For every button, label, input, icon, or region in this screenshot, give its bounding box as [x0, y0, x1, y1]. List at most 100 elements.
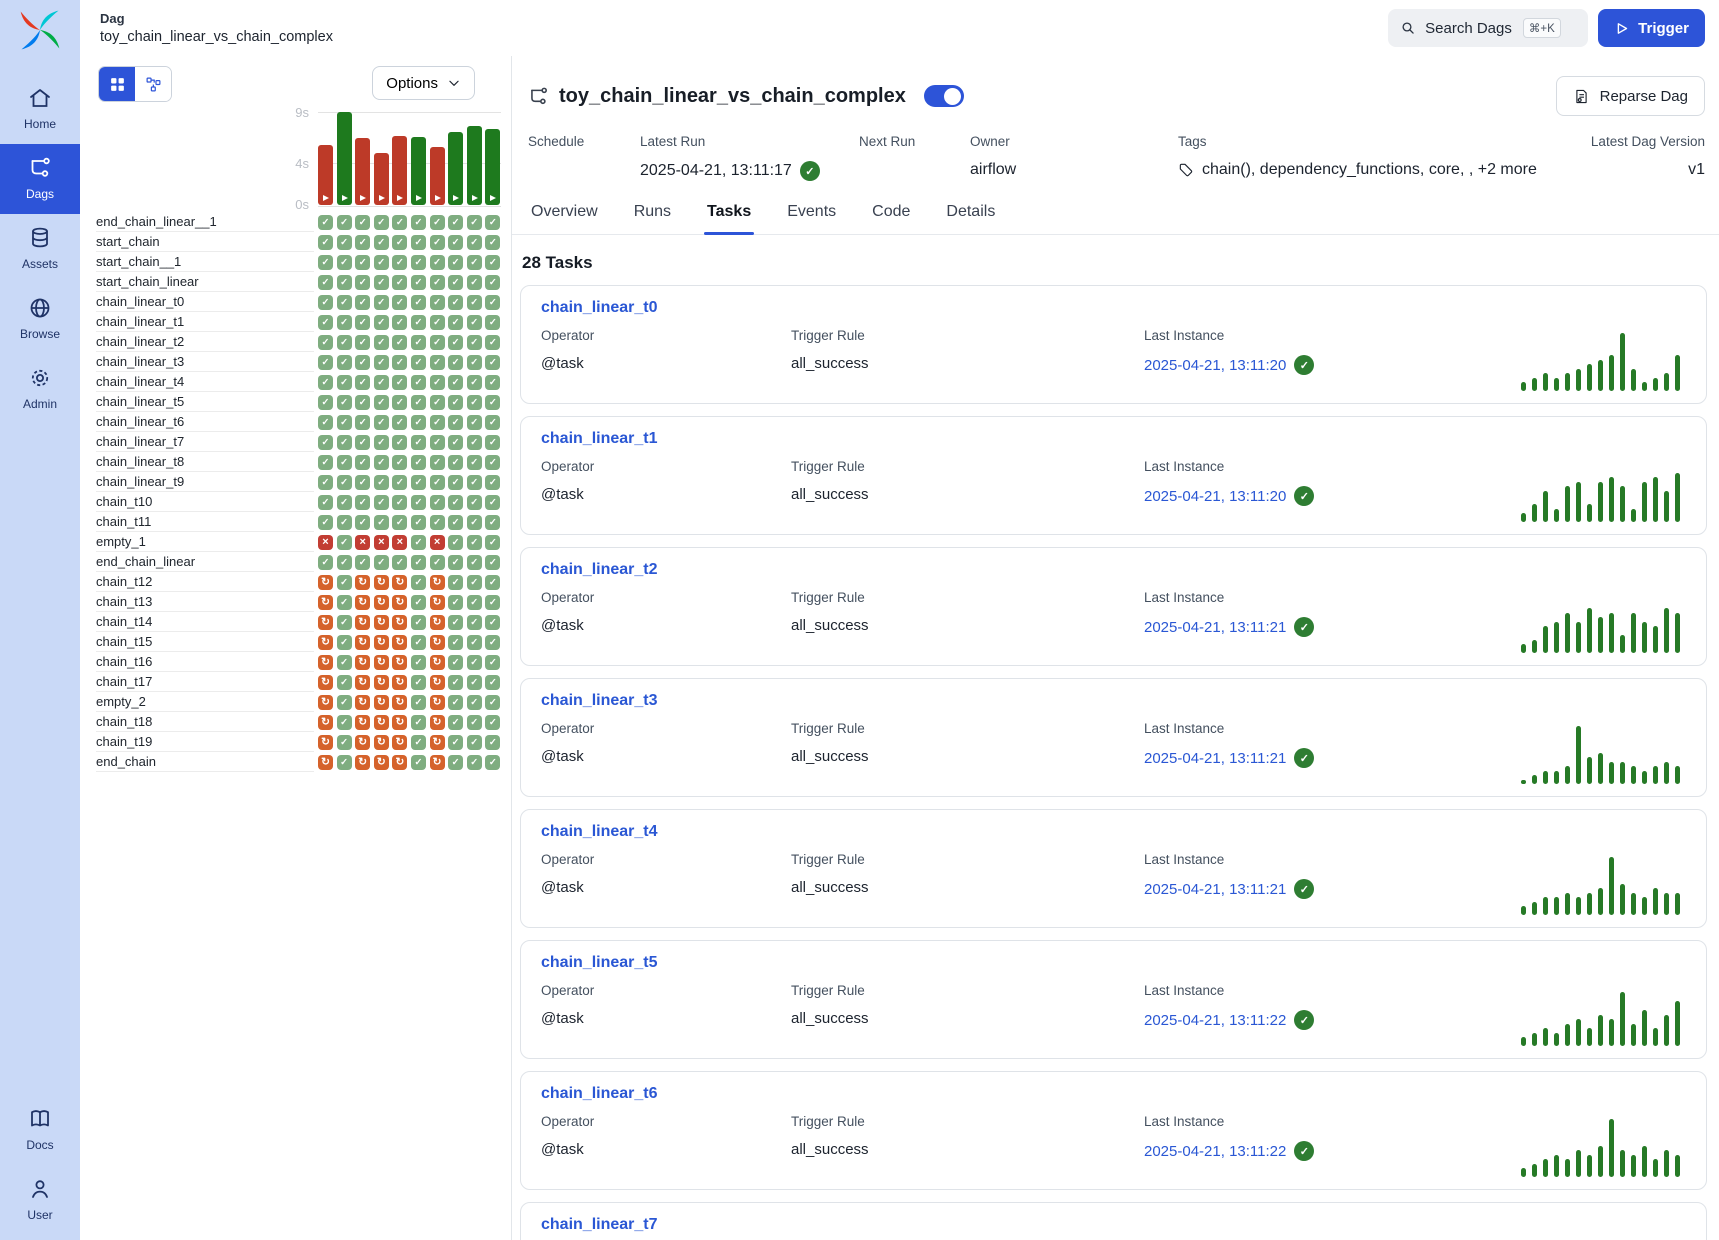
- task-instance-success-icon[interactable]: ✓: [430, 255, 445, 270]
- sparkline-bar[interactable]: [1543, 897, 1548, 915]
- task-instance-success-icon[interactable]: ✓: [392, 315, 407, 330]
- sparkline-bar[interactable]: [1620, 333, 1625, 392]
- grid-task-name[interactable]: chain_t16: [96, 652, 314, 672]
- grid-task-name[interactable]: chain_t14: [96, 612, 314, 632]
- task-instance-success-icon[interactable]: ✓: [485, 455, 500, 470]
- task-instance-success-icon[interactable]: ✓: [411, 675, 426, 690]
- task-name-link[interactable]: chain_linear_t1: [541, 430, 658, 447]
- task-instance-success-icon[interactable]: ✓: [448, 475, 463, 490]
- sparkline-bar[interactable]: [1609, 477, 1614, 522]
- task-instance-success-icon[interactable]: ✓: [392, 455, 407, 470]
- task-instance-success-icon[interactable]: ✓: [337, 695, 352, 710]
- task-instance-success-icon[interactable]: ✓: [411, 375, 426, 390]
- task-instance-success-icon[interactable]: ✓: [374, 295, 389, 310]
- sparkline-bar[interactable]: [1587, 504, 1592, 522]
- task-instance-success-icon[interactable]: ✓: [467, 535, 482, 550]
- task-instance-success-icon[interactable]: ✓: [467, 575, 482, 590]
- sparkline-bar[interactable]: [1565, 1024, 1570, 1047]
- sparkline-bar[interactable]: [1576, 369, 1581, 392]
- task-instance-success-icon[interactable]: ✓: [337, 215, 352, 230]
- sparkline-bar[interactable]: [1620, 1150, 1625, 1177]
- task-instance-success-icon[interactable]: ✓: [448, 555, 463, 570]
- task-instance-success-icon[interactable]: ✓: [411, 535, 426, 550]
- sparkline-bar[interactable]: [1609, 355, 1614, 391]
- task-instance-success-icon[interactable]: ✓: [355, 275, 370, 290]
- task-instance-upstream-failed-icon[interactable]: ↻: [392, 755, 407, 770]
- sidebar-item-docs[interactable]: Docs: [0, 1095, 80, 1165]
- sparkline-bar[interactable]: [1554, 771, 1559, 785]
- tab-tasks[interactable]: Tasks: [704, 203, 754, 234]
- task-instance-success-icon[interactable]: ✓: [337, 575, 352, 590]
- task-instance-success-icon[interactable]: ✓: [448, 635, 463, 650]
- task-instance-upstream-failed-icon[interactable]: ↻: [355, 595, 370, 610]
- task-instance-success-icon[interactable]: ✓: [411, 635, 426, 650]
- task-instance-success-icon[interactable]: ✓: [374, 555, 389, 570]
- task-name-link[interactable]: chain_linear_t2: [541, 561, 658, 578]
- task-instance-success-icon[interactable]: ✓: [448, 595, 463, 610]
- sparkline-bar[interactable]: [1642, 897, 1647, 915]
- sidebar-item-browse[interactable]: Browse: [0, 284, 80, 354]
- sparkline-bar[interactable]: [1609, 857, 1614, 916]
- dag-run-bar[interactable]: [392, 136, 407, 205]
- task-instance-success-icon[interactable]: ✓: [448, 495, 463, 510]
- task-instance-success-icon[interactable]: ✓: [374, 515, 389, 530]
- task-instance-success-icon[interactable]: ✓: [430, 335, 445, 350]
- task-instance-success-icon[interactable]: ✓: [485, 635, 500, 650]
- task-instance-success-icon[interactable]: ✓: [430, 555, 445, 570]
- sparkline-bar[interactable]: [1576, 482, 1581, 523]
- grid-task-name[interactable]: end_chain_linear: [96, 552, 314, 572]
- sparkline-bar[interactable]: [1543, 626, 1548, 653]
- sparkline-bar[interactable]: [1675, 613, 1680, 654]
- task-instance-success-icon[interactable]: ✓: [467, 435, 482, 450]
- grid-task-name[interactable]: chain_t12: [96, 572, 314, 592]
- task-instance-upstream-failed-icon[interactable]: ↻: [392, 675, 407, 690]
- airflow-logo[interactable]: [18, 8, 62, 52]
- task-instance-success-icon[interactable]: ✓: [374, 455, 389, 470]
- sparkline-bar[interactable]: [1554, 509, 1559, 523]
- task-instance-success-icon[interactable]: ✓: [355, 235, 370, 250]
- reparse-dag-button[interactable]: Reparse Dag: [1556, 76, 1705, 116]
- task-instance-success-icon[interactable]: ✓: [467, 555, 482, 570]
- task-instance-success-icon[interactable]: ✓: [318, 475, 333, 490]
- grid-task-name[interactable]: chain_t17: [96, 672, 314, 692]
- sparkline-bar[interactable]: [1631, 1024, 1636, 1047]
- task-instance-success-icon[interactable]: ✓: [337, 315, 352, 330]
- task-instance-success-icon[interactable]: ✓: [411, 275, 426, 290]
- task-instance-success-icon[interactable]: ✓: [411, 715, 426, 730]
- sparkline-bar[interactable]: [1653, 888, 1658, 915]
- sparkline-bar[interactable]: [1532, 1164, 1537, 1178]
- task-instance-upstream-failed-icon[interactable]: ↻: [430, 675, 445, 690]
- last-instance-link[interactable]: 2025-04-21, 13:11:21: [1144, 881, 1286, 898]
- task-instance-upstream-failed-icon[interactable]: ↻: [355, 615, 370, 630]
- sparkline-bar[interactable]: [1664, 608, 1669, 653]
- task-instance-upstream-failed-icon[interactable]: ↻: [318, 655, 333, 670]
- task-instance-upstream-failed-icon[interactable]: ↻: [430, 715, 445, 730]
- task-instance-success-icon[interactable]: ✓: [337, 375, 352, 390]
- sparkline-bar[interactable]: [1521, 513, 1526, 522]
- task-instance-success-icon[interactable]: ✓: [430, 455, 445, 470]
- last-instance-link[interactable]: 2025-04-21, 13:11:20: [1144, 357, 1286, 374]
- task-instance-success-icon[interactable]: ✓: [337, 595, 352, 610]
- task-instance-success-icon[interactable]: ✓: [392, 235, 407, 250]
- search-dags-input[interactable]: Search Dags ⌘+K: [1388, 9, 1588, 47]
- sparkline-bar[interactable]: [1576, 622, 1581, 654]
- task-instance-upstream-failed-icon[interactable]: ↻: [374, 615, 389, 630]
- sparkline-bar[interactable]: [1598, 360, 1603, 392]
- task-instance-upstream-failed-icon[interactable]: ↻: [318, 695, 333, 710]
- task-instance-success-icon[interactable]: ✓: [374, 475, 389, 490]
- task-instance-upstream-failed-icon[interactable]: ↻: [318, 735, 333, 750]
- task-instance-success-icon[interactable]: ✓: [430, 475, 445, 490]
- task-instance-success-icon[interactable]: ✓: [337, 335, 352, 350]
- sparkline-bar[interactable]: [1576, 726, 1581, 785]
- sparkline-bar[interactable]: [1675, 355, 1680, 391]
- grid-task-name[interactable]: empty_2: [96, 692, 314, 712]
- sparkline-bar[interactable]: [1532, 504, 1537, 522]
- task-instance-upstream-failed-icon[interactable]: ↻: [318, 575, 333, 590]
- grid-task-name[interactable]: chain_linear_t2: [96, 332, 314, 352]
- sparkline-bar[interactable]: [1598, 888, 1603, 915]
- task-instance-success-icon[interactable]: ✓: [355, 555, 370, 570]
- dag-run-bar[interactable]: [374, 153, 389, 205]
- grid-task-name[interactable]: start_chain__1: [96, 252, 314, 272]
- task-instance-success-icon[interactable]: ✓: [467, 255, 482, 270]
- task-instance-success-icon[interactable]: ✓: [337, 295, 352, 310]
